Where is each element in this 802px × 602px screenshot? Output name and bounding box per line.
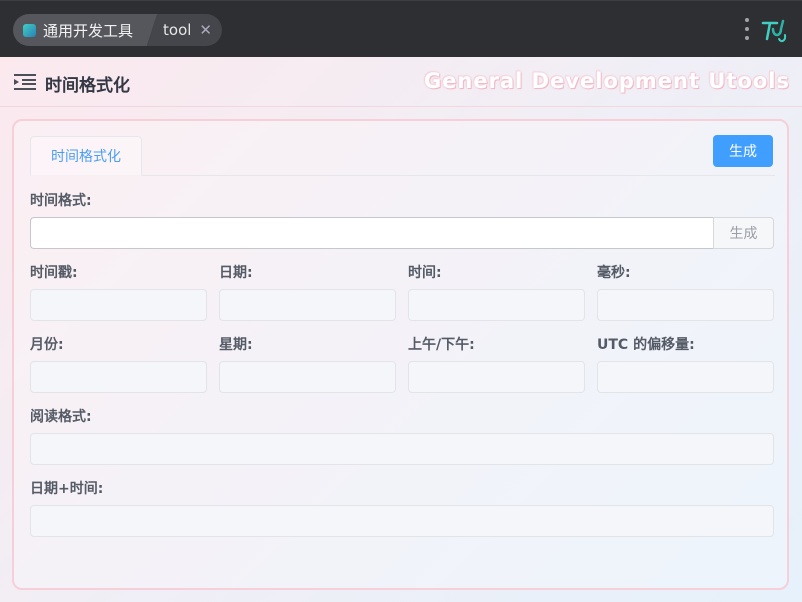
menu-fold-icon[interactable] — [14, 73, 36, 91]
timestamp-label: 时间戳: — [30, 265, 78, 281]
reading-format-field[interactable] — [30, 433, 774, 465]
menu-dots-icon[interactable] — [744, 18, 750, 40]
format-generate-button[interactable]: 生成 — [713, 217, 774, 249]
date-field[interactable] — [219, 289, 396, 321]
content-area: 时间格式化 General Development Utools 时间格式化 生… — [0, 57, 802, 602]
ampm-label: 上午/下午: — [408, 337, 475, 353]
brand-text: General Development Utools — [423, 69, 790, 93]
brand-logo-icon[interactable] — [759, 15, 789, 45]
millisecond-field[interactable] — [597, 289, 774, 321]
page-header: 时间格式化 General Development Utools — [0, 57, 802, 107]
generate-button[interactable]: 生成 — [713, 135, 773, 167]
reading-format-label: 阅读格式: — [30, 409, 92, 425]
weekday-label: 星期: — [219, 337, 253, 353]
millisecond-label: 毫秒: — [597, 265, 631, 281]
format-label: 时间格式: — [30, 193, 92, 209]
ampm-field[interactable] — [408, 361, 585, 393]
page-title: 时间格式化 — [45, 76, 130, 96]
weekday-field[interactable] — [219, 361, 396, 393]
app-tab[interactable]: 通用开发工具 — [13, 14, 148, 46]
datetime-label: 日期+时间: — [30, 481, 104, 497]
app-name: 通用开发工具 — [43, 21, 134, 40]
app-logo-icon — [23, 23, 36, 37]
month-field[interactable] — [30, 361, 207, 393]
tab-time-format[interactable]: 时间格式化 — [30, 136, 142, 176]
timestamp-field[interactable] — [30, 289, 207, 321]
tab-bar: 时间格式化 — [30, 136, 775, 176]
form-card: 时间格式化 生成 时间格式: 生成 时间戳: 日期: 时间: 毫秒: 月份: 星… — [12, 119, 789, 590]
time-label: 时间: — [408, 265, 442, 281]
datetime-field[interactable] — [30, 505, 774, 537]
tool-tab-label: tool — [163, 21, 192, 39]
format-input[interactable] — [30, 217, 715, 249]
close-icon[interactable]: ✕ — [199, 22, 212, 38]
utc-offset-label: UTC 的偏移量: — [597, 337, 695, 353]
app-tab-group: 通用开发工具 tool ✕ — [13, 14, 222, 46]
month-label: 月份: — [30, 337, 64, 353]
utc-offset-field[interactable] — [597, 361, 774, 393]
tab-separator — [147, 14, 157, 46]
date-label: 日期: — [219, 265, 253, 281]
tool-tab[interactable]: tool ✕ — [157, 14, 222, 46]
time-field[interactable] — [408, 289, 585, 321]
title-bar: 通用开发工具 tool ✕ — [0, 0, 802, 57]
